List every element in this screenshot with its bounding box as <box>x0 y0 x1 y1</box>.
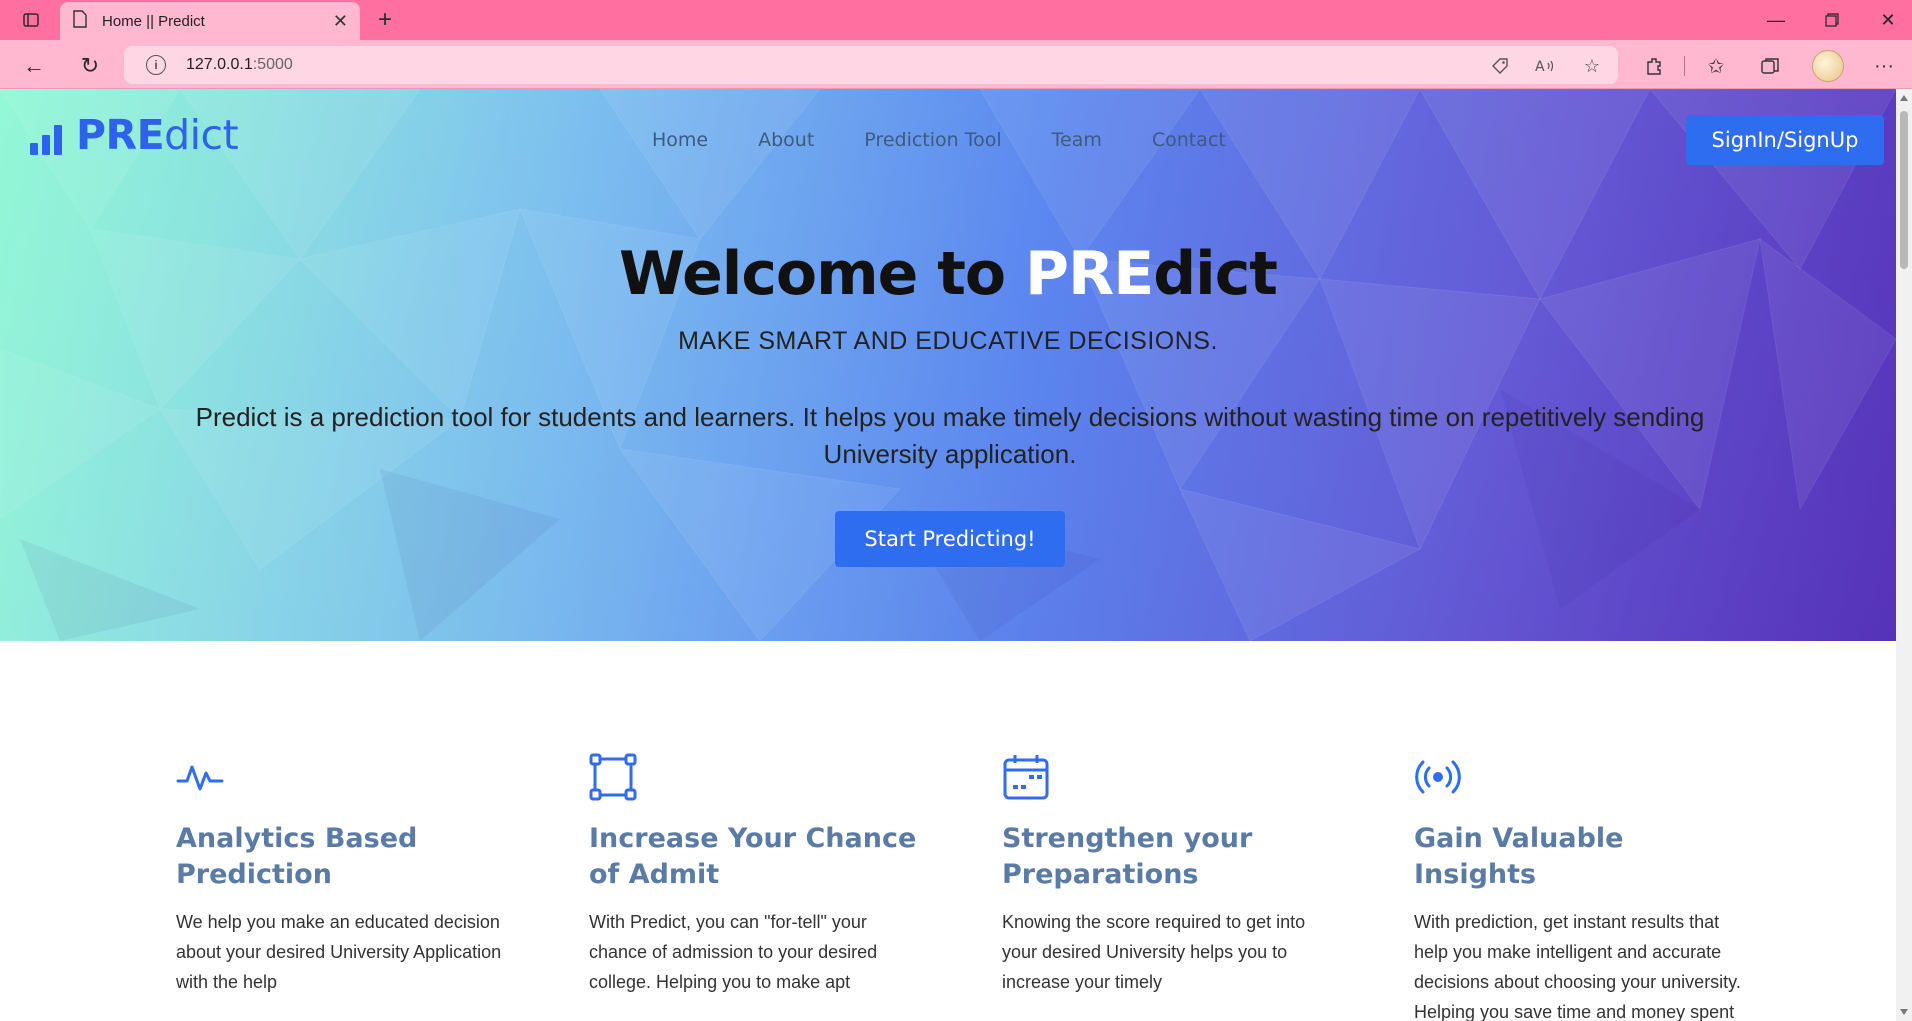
url-text: 127.0.0.1:5000 <box>186 56 293 73</box>
refresh-icon[interactable]: ↻ <box>74 50 106 82</box>
profile-avatar[interactable] <box>1812 50 1844 82</box>
page-scrollbar[interactable] <box>1896 89 1912 1021</box>
feature-text: We help you make an educated decision ab… <box>176 912 502 992</box>
site-info-icon[interactable]: i <box>146 55 166 75</box>
extensions-icon[interactable] <box>1640 52 1668 80</box>
feature-card: Analytics Based Prediction We help you m… <box>176 753 506 997</box>
scroll-up-icon[interactable] <box>1900 95 1908 101</box>
nav-team[interactable]: Team <box>1052 129 1102 151</box>
nav-contact[interactable]: Contact <box>1152 129 1226 151</box>
tag-icon[interactable] <box>1488 54 1512 78</box>
browser-tab-active[interactable]: Home || Predict ✕ <box>60 2 360 40</box>
bar-chart-icon <box>30 121 64 155</box>
url-field[interactable]: i 127.0.0.1:5000 A ☆ <box>124 46 1618 84</box>
hero-section: PREdict Home About Prediction Tool Team … <box>0 89 1896 641</box>
start-predicting-button[interactable]: Start Predicting! <box>835 511 1065 567</box>
hero-description: Predict is a prediction tool for student… <box>195 402 1705 469</box>
minimize-icon[interactable]: — <box>1748 0 1804 40</box>
feature-text: With Predict, you can "for-tell" your ch… <box>589 912 878 992</box>
favorites-icon[interactable]: ✩ <box>1702 52 1730 80</box>
back-icon[interactable]: ← <box>18 50 50 82</box>
browser-tab-bar: Home || Predict ✕ + — ✕ <box>0 0 1912 40</box>
collections-icon[interactable] <box>1756 52 1784 80</box>
nav-about[interactable]: About <box>758 129 814 151</box>
signin-signup-button[interactable]: SignIn/SignUp <box>1686 115 1884 165</box>
nav-prediction-tool[interactable]: Prediction Tool <box>864 129 1001 151</box>
scrollbar-thumb[interactable] <box>1900 111 1908 269</box>
feature-title: Analytics Based Prediction <box>176 823 418 890</box>
bounding-box-icon <box>589 753 637 801</box>
feature-text: Knowing the score required to get into y… <box>1002 912 1306 992</box>
more-options-icon[interactable]: ··· <box>1870 52 1898 80</box>
restore-icon[interactable] <box>1804 0 1860 40</box>
feature-title: Gain Valuable Insights <box>1414 823 1624 890</box>
feature-card: Gain Valuable Insights With prediction, … <box>1414 753 1744 1021</box>
brand-logo[interactable]: PREdict <box>30 111 239 159</box>
new-tab-button[interactable]: + <box>370 6 400 34</box>
add-favorite-icon[interactable]: ☆ <box>1580 54 1604 78</box>
feature-card: Increase Your Chance of Admit With Predi… <box>589 753 919 997</box>
feature-text: With prediction, get instant results tha… <box>1414 912 1741 1021</box>
page-icon <box>72 9 88 33</box>
broadcast-icon <box>1414 753 1462 801</box>
nav-home[interactable]: Home <box>652 129 708 151</box>
hero-subtitle: MAKE SMART AND EDUCATIVE DECISIONS. <box>678 327 1218 355</box>
pulse-icon <box>176 753 224 801</box>
features-section: Analytics Based Prediction We help you m… <box>0 641 1896 1021</box>
feature-title: Strengthen your Preparations <box>1002 823 1253 890</box>
address-bar: ← ↻ i 127.0.0.1:5000 A ☆ ✩ ··· <box>0 40 1912 89</box>
main-nav: Home About Prediction Tool Team Contact <box>652 129 1276 151</box>
tab-actions-icon[interactable] <box>16 6 46 34</box>
close-tab-icon[interactable]: ✕ <box>333 11 348 32</box>
hero-title: Welcome to PREdict <box>619 239 1278 309</box>
tab-title: Home || Predict <box>102 12 205 30</box>
svg-text:A: A <box>1535 59 1545 75</box>
brand-name: PREdict <box>76 111 239 159</box>
calendar-icon <box>1002 753 1050 801</box>
read-aloud-icon[interactable]: A <box>1534 54 1558 78</box>
scroll-down-icon[interactable] <box>1900 1009 1908 1015</box>
close-window-icon[interactable]: ✕ <box>1860 0 1912 40</box>
feature-title: Increase Your Chance of Admit <box>589 823 917 890</box>
toolbar-divider <box>1684 56 1685 76</box>
feature-card: Strengthen your Preparations Knowing the… <box>1002 753 1332 997</box>
page-viewport: PREdict Home About Prediction Tool Team … <box>0 89 1896 1021</box>
